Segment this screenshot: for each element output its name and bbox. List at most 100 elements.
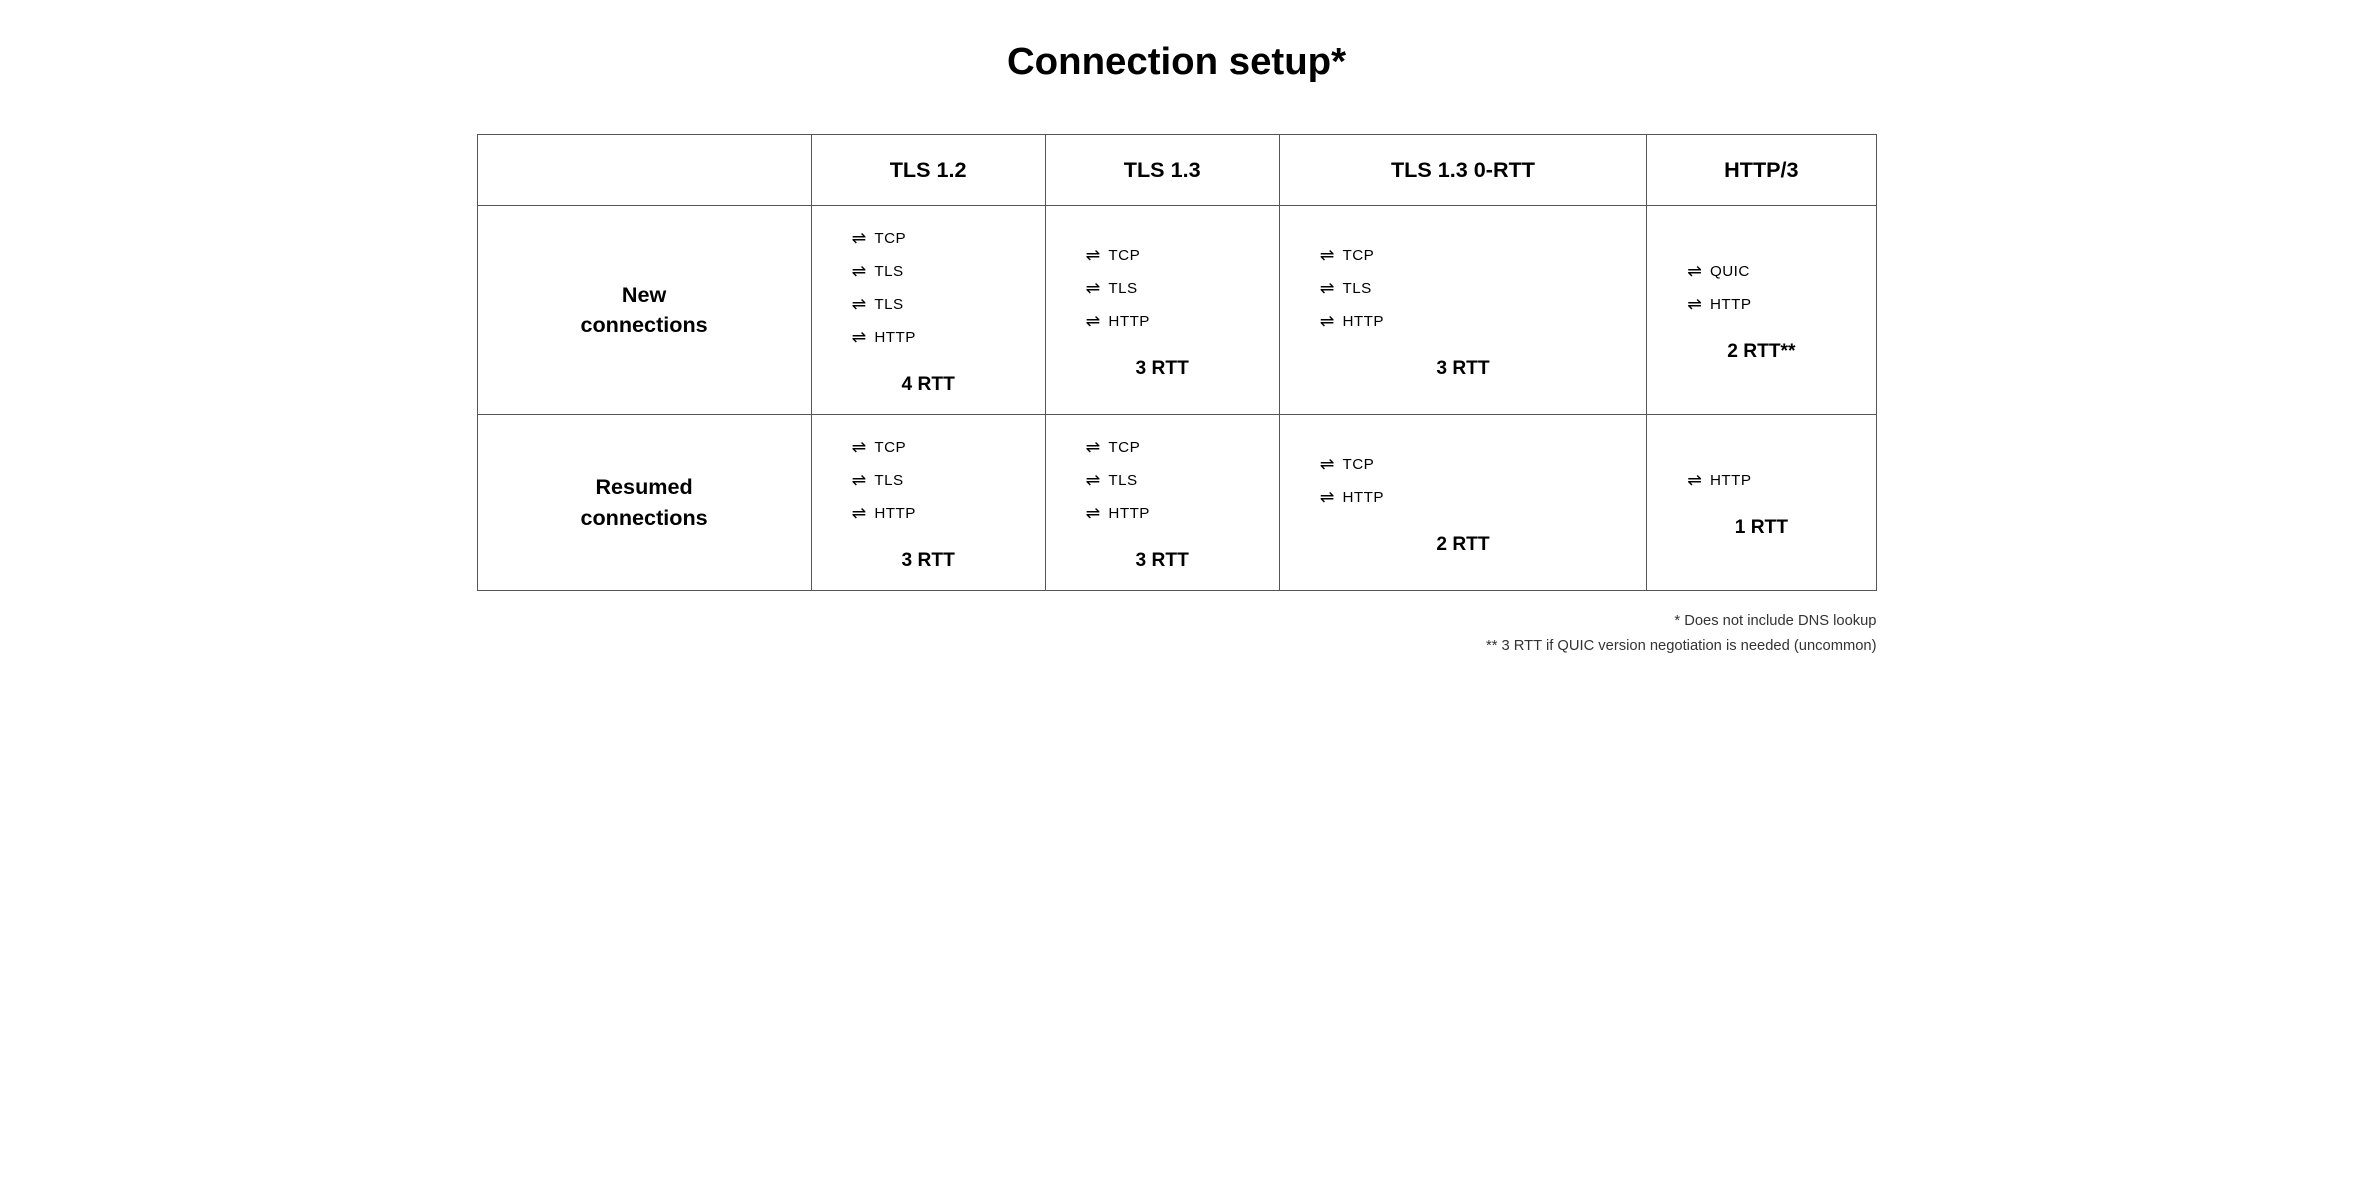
arrow-icon: ⇌ xyxy=(1086,245,1101,266)
data-cell-r0-c3: ⇌ QUIC ⇌ HTTP 2 RTT** xyxy=(1647,206,1876,415)
protocol-row: ⇌ HTTP xyxy=(852,503,916,524)
protocol-label: HTTP xyxy=(1108,313,1149,330)
rtt-label-r1-c1: 3 RTT xyxy=(1046,540,1279,590)
col-header-TLS-1-2: TLS 1.2 xyxy=(811,135,1045,206)
comparison-table-wrapper: TLS 1.2TLS 1.3TLS 1.3 0-RTTHTTP/3 Newcon… xyxy=(477,134,1877,591)
footnotes-section: * Does not include DNS lookup** 3 RTT if… xyxy=(477,609,1877,659)
protocol-label: HTTP xyxy=(874,505,915,522)
protocol-label: HTTP xyxy=(1342,489,1383,506)
protocol-row: ⇌ QUIC xyxy=(1687,261,1750,282)
arrow-icon: ⇌ xyxy=(1320,487,1335,508)
protocol-label: TLS xyxy=(874,472,903,489)
data-cell-r1-c1: ⇌TCP⇌TLS⇌HTTP3 RTT xyxy=(1045,415,1279,591)
table-row: Resumedconnections⇌TCP⇌TLS⇌HTTP3 RTT⇌TCP… xyxy=(477,415,1876,591)
protocol-row: ⇌ TLS xyxy=(1086,278,1138,299)
protocol-row: ⇌ HTTP xyxy=(1320,311,1384,332)
protocol-row: ⇌ TCP xyxy=(1086,245,1141,266)
rtt-label-r0-c1: 3 RTT xyxy=(1046,348,1279,398)
arrow-icon: ⇌ xyxy=(1320,311,1335,332)
rtt-label-r0-c3: 2 RTT** xyxy=(1647,331,1875,381)
arrow-icon: ⇌ xyxy=(852,228,867,249)
arrow-icon: ⇌ xyxy=(1320,278,1335,299)
table-row: Newconnections⇌TCP⇌TLS⇌TLS⇌HTTP4 RTT⇌TCP… xyxy=(477,206,1876,415)
protocol-label: TLS xyxy=(1108,280,1137,297)
protocol-row: ⇌TLS xyxy=(852,470,904,491)
protocol-label: TLS xyxy=(1342,280,1371,297)
data-cell-r0-c0: ⇌ TCP ⇌ TLS ⇌ TLS ⇌ HTTP 4 RTT xyxy=(811,206,1045,415)
rtt-label-r0-c0: 4 RTT xyxy=(812,364,1045,414)
protocol-row: ⇌ HTTP xyxy=(1320,487,1384,508)
data-cell-r1-c0: ⇌ TCP ⇌TLS ⇌ HTTP 3 RTT xyxy=(811,415,1045,591)
protocols-block-r1-c2: ⇌ TCP ⇌ HTTP xyxy=(1280,432,1647,524)
row-header-1: Resumedconnections xyxy=(477,415,811,591)
protocol-row: ⇌ TCP xyxy=(1320,245,1375,266)
col-header-TLS-1-3-0-RTT: TLS 1.3 0-RTT xyxy=(1279,135,1647,206)
data-cell-r1-c2: ⇌ TCP ⇌ HTTP 2 RTT xyxy=(1279,415,1647,591)
protocol-label: HTTP xyxy=(1710,296,1751,313)
protocol-label: HTTP xyxy=(1710,472,1751,489)
protocols-block-r0-c1: ⇌ TCP ⇌ TLS ⇌ HTTP xyxy=(1046,223,1279,348)
protocol-label: QUIC xyxy=(1710,263,1750,280)
arrow-icon: ⇌ xyxy=(1086,437,1101,458)
protocol-row: ⇌TLS xyxy=(1086,470,1138,491)
protocol-row: ⇌ TLS xyxy=(1320,278,1372,299)
rtt-label-r1-c2: 2 RTT xyxy=(1280,524,1647,574)
protocol-row: ⇌ TCP xyxy=(1320,454,1375,475)
arrow-icon: ⇌ xyxy=(1687,294,1702,315)
arrow-icon: ⇌ xyxy=(852,437,867,458)
arrow-icon: ⇌ xyxy=(852,294,867,315)
protocol-label: HTTP xyxy=(1108,505,1149,522)
footnote-item: * Does not include DNS lookup xyxy=(477,609,1877,634)
protocol-label: TCP xyxy=(874,230,906,247)
arrow-icon: ⇌ xyxy=(1687,470,1702,491)
arrow-icon: ⇌ xyxy=(1086,470,1101,491)
protocol-label: HTTP xyxy=(874,329,915,346)
col-header-TLS-1-3: TLS 1.3 xyxy=(1045,135,1279,206)
protocol-row: ⇌ TLS xyxy=(852,261,904,282)
arrow-icon: ⇌ xyxy=(1687,261,1702,282)
corner-header xyxy=(477,135,811,206)
page-title: Connection setup* xyxy=(1007,40,1346,84)
arrow-icon: ⇌ xyxy=(1320,245,1335,266)
arrow-icon: ⇌ xyxy=(852,327,867,348)
data-cell-r0-c1: ⇌ TCP ⇌ TLS ⇌ HTTP 3 RTT xyxy=(1045,206,1279,415)
comparison-table: TLS 1.2TLS 1.3TLS 1.3 0-RTTHTTP/3 Newcon… xyxy=(477,134,1877,591)
arrow-icon: ⇌ xyxy=(1086,278,1101,299)
protocols-block-r0-c2: ⇌ TCP ⇌ TLS ⇌ HTTP xyxy=(1280,223,1647,348)
data-cell-r1-c3: ⇌ HTTP 1 RTT xyxy=(1647,415,1876,591)
protocol-label: TCP xyxy=(874,439,906,456)
protocol-label: TCP xyxy=(1108,439,1140,456)
protocol-label: TCP xyxy=(1342,247,1374,264)
arrow-icon: ⇌ xyxy=(852,261,867,282)
protocol-label: TLS xyxy=(874,263,903,280)
protocol-row: ⇌ HTTP xyxy=(1086,503,1150,524)
footnote-item: ** 3 RTT if QUIC version negotiation is … xyxy=(477,634,1877,659)
protocol-label: TLS xyxy=(874,296,903,313)
data-cell-r0-c2: ⇌ TCP ⇌ TLS ⇌ HTTP 3 RTT xyxy=(1279,206,1647,415)
protocol-label: TCP xyxy=(1342,456,1374,473)
arrow-icon: ⇌ xyxy=(852,503,867,524)
protocol-label: TCP xyxy=(1108,247,1140,264)
protocols-block-r1-c1: ⇌TCP⇌TLS⇌HTTP xyxy=(1046,415,1279,540)
protocols-block-r1-c0: ⇌ TCP ⇌TLS ⇌ HTTP xyxy=(812,415,1045,540)
arrow-icon: ⇌ xyxy=(1086,503,1101,524)
arrow-icon: ⇌ xyxy=(1320,454,1335,475)
arrow-icon: ⇌ xyxy=(1086,311,1101,332)
protocol-row: ⇌ HTTP xyxy=(1687,470,1751,491)
protocol-row: ⇌ TLS xyxy=(852,294,904,315)
col-header-HTTP/3: HTTP/3 xyxy=(1647,135,1876,206)
protocols-block-r0-c3: ⇌ QUIC ⇌ HTTP xyxy=(1647,239,1875,331)
protocol-row: ⇌ HTTP xyxy=(1687,294,1751,315)
protocols-block-r0-c0: ⇌ TCP ⇌ TLS ⇌ TLS ⇌ HTTP xyxy=(812,206,1045,364)
protocol-row: ⇌ TCP xyxy=(1086,437,1141,458)
row-header-0: Newconnections xyxy=(477,206,811,415)
rtt-label-r1-c3: 1 RTT xyxy=(1647,507,1875,557)
protocol-label: HTTP xyxy=(1342,313,1383,330)
rtt-label-r0-c2: 3 RTT xyxy=(1280,348,1647,398)
protocols-block-r1-c3: ⇌ HTTP xyxy=(1647,448,1875,507)
protocol-row: ⇌ TCP xyxy=(852,228,907,249)
rtt-label-r1-c0: 3 RTT xyxy=(812,540,1045,590)
protocol-row: ⇌ TCP xyxy=(852,437,907,458)
table-body: Newconnections⇌TCP⇌TLS⇌TLS⇌HTTP4 RTT⇌TCP… xyxy=(477,206,1876,591)
header-row: TLS 1.2TLS 1.3TLS 1.3 0-RTTHTTP/3 xyxy=(477,135,1876,206)
